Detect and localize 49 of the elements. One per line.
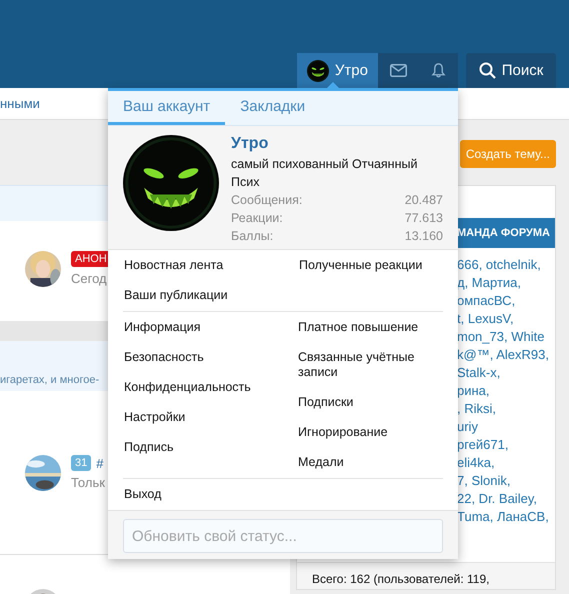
member-names[interactable]: uriy	[457, 418, 555, 436]
member-names[interactable]: омпасВС,	[457, 292, 555, 310]
member-names[interactable]: Tuma, ЛанаСВ,	[457, 508, 555, 526]
member-names[interactable]: k@™, AlexR93,	[457, 346, 555, 364]
menu-item[interactable]: Полученные реакции	[283, 251, 458, 281]
menu-item[interactable]: Подпись	[123, 433, 282, 463]
envelope-icon	[390, 63, 406, 78]
thread-badge: 31	[71, 455, 92, 471]
popup-tab[interactable]: Закладки	[225, 91, 320, 125]
member-names[interactable]: ргей671,	[457, 436, 555, 454]
user-name[interactable]: Утро	[231, 133, 443, 155]
member-names[interactable]: eli4ka,	[457, 454, 555, 472]
member-names[interactable]: Stalk-x,	[457, 364, 555, 382]
thread-prefix: #	[96, 456, 104, 470]
thread-meta: Тольк	[71, 475, 105, 490]
menu-item[interactable]: Новостная лента	[108, 251, 283, 281]
menu-item[interactable]: Связанные учётные записи	[282, 343, 443, 388]
menu-item[interactable]: Безопасность	[123, 343, 282, 373]
thread-snippet: игаретах, и многое-	[0, 374, 100, 386]
stat-label: Баллы:	[231, 228, 274, 245]
member-names[interactable]: 666, otchelnik,	[457, 256, 555, 274]
stat-label: Сообщения:	[231, 192, 302, 209]
menu-item[interactable]: Настройки	[123, 403, 282, 433]
member-names[interactable]: mon_73, White	[457, 328, 555, 346]
member-names[interactable]: 22, Dr. Bailey,	[457, 490, 555, 508]
stat-value: 13.160	[404, 228, 443, 245]
search-icon	[478, 62, 496, 79]
nav-link[interactable]: нными	[0, 96, 40, 111]
member-names[interactable]: 7, Slonik,	[457, 472, 555, 490]
status-field[interactable]: Обновить свой статус...	[123, 519, 443, 553]
menu-item[interactable]: Платное повышение	[282, 313, 443, 343]
search-button[interactable]: Поиск	[466, 53, 556, 88]
menu-item[interactable]: Конфиденциальность	[123, 373, 282, 403]
menu-item[interactable]: Медали	[282, 448, 443, 478]
online-total: Всего: 162 (пользователей: 119,	[297, 562, 555, 589]
user-title: самый психованный Отчаянный Псих	[231, 156, 418, 191]
member-names[interactable]: , Riksi,	[457, 400, 555, 418]
member-names[interactable]: рина,	[457, 382, 555, 400]
thread-meta: Сегод	[71, 271, 108, 286]
stat-value: 20.487	[404, 192, 443, 209]
menu-item[interactable]: Ваши публикации	[108, 281, 283, 311]
bell-icon	[430, 63, 446, 78]
menu-item[interactable]: Выход	[123, 480, 282, 510]
stat-label: Реакции:	[231, 210, 283, 227]
menu-item[interactable]: Подписки	[282, 388, 443, 418]
menu-item[interactable]: Игнорирование	[282, 418, 443, 448]
user-menu-tab[interactable]: Утро	[296, 53, 378, 88]
menu-item[interactable]: Информация	[123, 313, 282, 343]
thread-badge: АНОН	[71, 251, 111, 267]
